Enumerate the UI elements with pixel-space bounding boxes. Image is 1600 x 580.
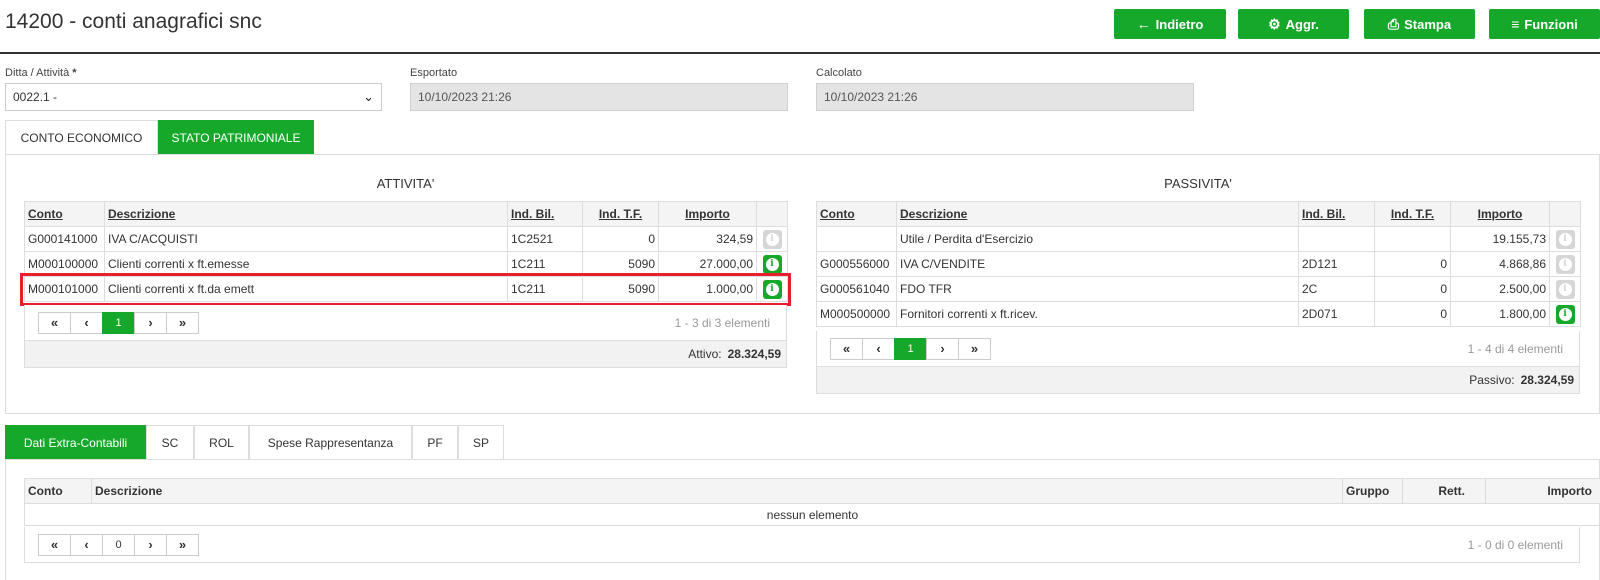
ditta-label: Ditta / Attività * — [5, 67, 77, 79]
attivita-header-row: Conto Descrizione Ind. Bil. Ind. T.F. Im… — [24, 201, 788, 227]
passivita-total: Passivo: 28.324,59 — [816, 367, 1580, 394]
esportato-label: Esportato — [410, 67, 458, 79]
col-ind-bil[interactable]: Ind. Bil. — [1298, 201, 1375, 227]
passivita-table: Conto Descrizione Ind. Bil. Ind. T.F. Im… — [816, 201, 1581, 327]
prev-page-button[interactable]: ‹ — [70, 533, 103, 556]
chevron-down-icon: ⌄ — [363, 89, 374, 104]
col-ind-tf[interactable]: Ind. T.F. — [582, 201, 659, 227]
info-icon[interactable]: i — [762, 254, 782, 274]
col-conto[interactable]: Conto — [24, 478, 92, 504]
passivita-header-row: Conto Descrizione Ind. Bil. Ind. T.F. Im… — [816, 201, 1581, 227]
print-button[interactable]: ⎙ Stampa — [1364, 9, 1475, 39]
attivita-total: Attivo: 28.324,59 — [24, 341, 787, 368]
col-conto[interactable]: Conto — [24, 201, 105, 227]
calcolato-field: 10/10/2023 21:26 — [816, 83, 1194, 111]
col-rett[interactable]: Rett. — [1402, 478, 1486, 504]
col-descrizione[interactable]: Descrizione — [91, 478, 1343, 504]
last-page-button[interactable]: » — [958, 337, 991, 360]
row-highlight-box — [20, 273, 791, 306]
info-icon[interactable]: i — [1555, 304, 1575, 324]
first-page-button[interactable]: « — [830, 337, 863, 360]
col-ind-bil[interactable]: Ind. Bil. — [507, 201, 583, 227]
table-row[interactable]: G000141000 IVA C/ACQUISTI 1C2521 0 324,5… — [24, 226, 788, 252]
pager-info: 1 - 4 di 4 elementi — [1467, 341, 1563, 356]
extra-pager: « ‹ 0 › » 1 - 0 di 0 elementi — [24, 527, 1580, 563]
next-page-button[interactable]: › — [926, 337, 959, 360]
page-button[interactable]: 1 — [102, 311, 135, 334]
tab-pf[interactable]: PF — [412, 425, 458, 459]
table-row[interactable]: G000561040 FDO TFR 2C 0 2.500,00 i — [816, 276, 1581, 302]
last-page-button[interactable]: » — [166, 311, 199, 334]
table-row[interactable]: G000556000 IVA C/VENDITE 2D121 0 4.868,8… — [816, 251, 1581, 277]
col-conto[interactable]: Conto — [816, 201, 897, 227]
col-descrizione[interactable]: Descrizione — [104, 201, 508, 227]
attivita-title: ATTIVITA' — [376, 176, 435, 191]
gears-icon: ⚙ — [1268, 15, 1281, 32]
title-divider — [0, 52, 1600, 54]
page-title: 14200 - conti anagrafici snc — [5, 10, 262, 33]
passivita-pager: « ‹ 1 › » 1 - 4 di 4 elementi — [816, 331, 1580, 367]
aggregate-button[interactable]: ⚙ Aggr. — [1238, 9, 1349, 39]
first-page-button[interactable]: « — [38, 533, 71, 556]
col-importo[interactable]: Importo — [1485, 478, 1600, 504]
tab-stato-patrimoniale[interactable]: STATO PATRIMONIALE — [158, 120, 314, 154]
esportato-field: 10/10/2023 21:26 — [410, 83, 788, 111]
tab-conto-economico[interactable]: CONTO ECONOMICO — [5, 120, 158, 154]
next-page-button[interactable]: › — [134, 311, 167, 334]
empty-message: nessun elemento — [24, 503, 1600, 526]
page-button[interactable]: 0 — [102, 533, 135, 556]
first-page-button[interactable]: « — [38, 311, 71, 334]
col-gruppo[interactable]: Gruppo — [1342, 478, 1403, 504]
info-icon: i — [1555, 279, 1575, 299]
page-button[interactable]: 1 — [894, 337, 927, 360]
tab-dati-extra-contabili[interactable]: Dati Extra-Contabili — [5, 425, 146, 459]
tab-spese-rappresentanza[interactable]: Spese Rappresentanza — [249, 425, 412, 459]
info-icon: i — [1555, 254, 1575, 274]
extra-table: Conto Descrizione Gruppo Rett. Importo n… — [24, 478, 1600, 526]
table-row[interactable]: Utile / Perdita d'Esercizio 19.155,73 i — [816, 226, 1581, 252]
info-icon: i — [762, 229, 782, 249]
last-page-button[interactable]: » — [166, 533, 199, 556]
info-icon: i — [1555, 229, 1575, 249]
col-descrizione[interactable]: Descrizione — [896, 201, 1299, 227]
tab-sp[interactable]: SP — [458, 425, 504, 459]
table-row[interactable]: M000500000 Fornitori correnti x ft.ricev… — [816, 301, 1581, 327]
arrow-left-icon: ← — [1136, 16, 1151, 32]
col-actions — [1549, 201, 1581, 227]
col-actions — [756, 201, 788, 227]
passivita-title: PASSIVITA' — [1164, 176, 1232, 191]
extra-header-row: Conto Descrizione Gruppo Rett. Importo — [24, 478, 1600, 504]
pager-info: 1 - 0 di 0 elementi — [1467, 537, 1563, 552]
next-page-button[interactable]: › — [134, 533, 167, 556]
back-button[interactable]: ← Indietro — [1114, 9, 1226, 39]
bars-icon: ≡ — [1511, 16, 1520, 32]
functions-button[interactable]: ≡ Funzioni — [1489, 9, 1600, 39]
print-icon: ⎙ — [1387, 15, 1400, 32]
ditta-select[interactable]: 0022.1 - ⌄ — [5, 83, 382, 111]
attivita-pager: « ‹ 1 › » 1 - 3 di 3 elementi — [24, 305, 787, 341]
calcolato-label: Calcolato — [816, 67, 862, 79]
empty-row: nessun elemento — [24, 503, 1600, 526]
col-importo[interactable]: Importo — [1450, 201, 1550, 227]
prev-page-button[interactable]: ‹ — [70, 311, 103, 334]
pager-info: 1 - 3 di 3 elementi — [674, 315, 770, 330]
tab-rol[interactable]: ROL — [194, 425, 249, 459]
col-ind-tf[interactable]: Ind. T.F. — [1374, 201, 1451, 227]
tab-sc[interactable]: SC — [146, 425, 194, 459]
col-importo[interactable]: Importo — [658, 201, 757, 227]
prev-page-button[interactable]: ‹ — [862, 337, 895, 360]
